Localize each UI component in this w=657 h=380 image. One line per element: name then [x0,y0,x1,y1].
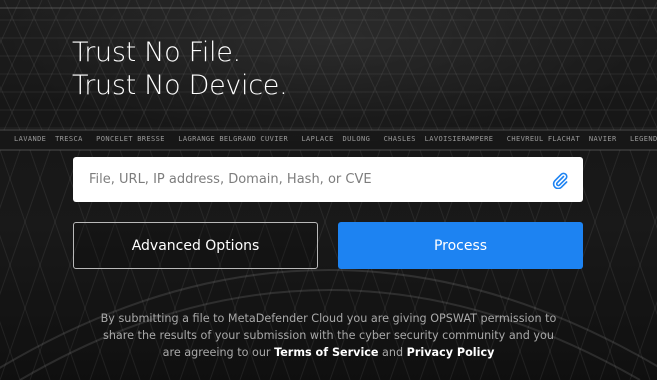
tower-name: TRESCA [55,135,83,143]
tower-name: FLACHAT [547,135,581,143]
process-button[interactable]: Process [338,222,583,269]
hero-line-2: Trust No Device. [72,70,288,101]
tower-name: LAVANDE [14,135,47,143]
tower-name: DULONG [342,135,371,143]
search-box [73,157,583,202]
hero-line-1: Trust No File. [72,37,241,68]
tower-name: LEGENDRE [629,135,657,143]
tower-name: BELGRAND [219,135,257,143]
tower-name: CHEVREUL [506,135,544,143]
tower-name: NAVIER [588,135,617,143]
tower-engraved-names: LAVANDE TRESCA PONCELET BRESSE LAGRANGE BELGR… [0,135,657,147]
search-input[interactable] [89,157,539,202]
tower-name: LAGRANGE [178,135,216,143]
tower-name: CHASLES [383,135,416,143]
hero-headline: Trust No File. Trust No Device. [72,36,288,102]
tower-name: CUVIER [260,135,289,143]
privacy-policy-link[interactable]: Privacy Policy [407,346,495,359]
tower-name: LAPLACE [301,135,334,143]
disclaimer-and: and [378,346,407,359]
paperclip-icon[interactable] [549,169,571,191]
tower-name: LAVOISIER [424,135,467,143]
terms-disclaimer: By submitting a file to MetaDefender Clo… [100,310,557,361]
terms-of-service-link[interactable]: Terms of Service [274,346,378,359]
advanced-options-button[interactable]: Advanced Options [73,222,318,269]
tower-name: BRESSE [137,135,165,143]
tower-name: AMPERE [465,135,494,143]
tower-name: PONCELET [96,135,134,143]
